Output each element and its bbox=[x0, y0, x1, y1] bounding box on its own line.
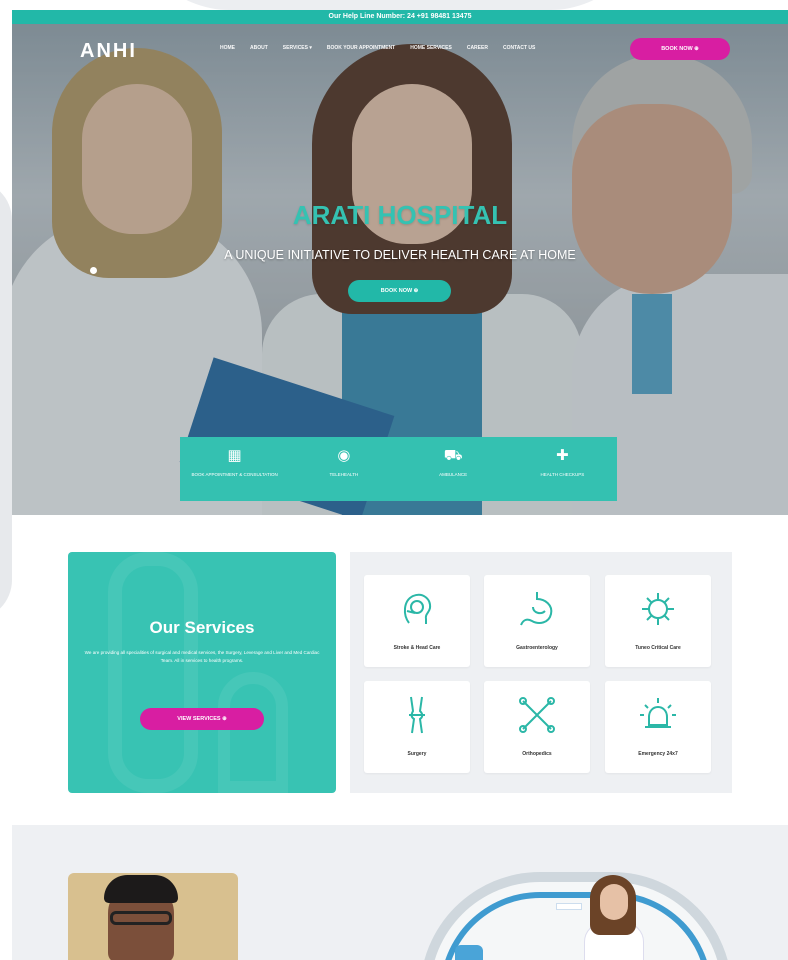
head-injury-icon bbox=[403, 593, 432, 624]
home-care-icon: ✚ bbox=[556, 447, 569, 464]
feature-label: AMBULANCE bbox=[439, 472, 468, 477]
decorative-shape bbox=[218, 672, 288, 793]
virus-icon bbox=[642, 593, 674, 625]
slider-dot[interactable] bbox=[90, 267, 97, 274]
services-description: We are providing all specialities of sur… bbox=[84, 650, 320, 663]
doctor-portrait bbox=[68, 873, 238, 960]
knee-joint-icon bbox=[409, 696, 425, 734]
service-tile-label: Orthopedics bbox=[522, 751, 552, 757]
service-tile-label: Gastroenterology bbox=[516, 645, 558, 651]
service-tile-label: Stroke & Head Care bbox=[393, 645, 441, 651]
view-services-button[interactable]: VIEW SERVICES ⊕ bbox=[140, 708, 264, 730]
service-tile-orthopedics[interactable]: Orthopedics bbox=[484, 681, 590, 773]
stomach-icon bbox=[520, 592, 553, 626]
service-tile-stroke[interactable]: Stroke & Head Care bbox=[364, 575, 470, 667]
calendar-icon: ▦ bbox=[227, 447, 242, 464]
nav-item-home[interactable]: HOME bbox=[220, 45, 235, 51]
nav-item-career[interactable]: CAREER bbox=[467, 45, 488, 51]
hero-title: ARATI HOSPITAL bbox=[292, 200, 508, 230]
hero-feature-bar: ▦ BOOK APPOINTMENT & CONSULTATION ◉ TELE… bbox=[180, 437, 617, 501]
ambulance-icon: ⛟ bbox=[443, 447, 463, 464]
feature-health-checkups[interactable]: ✚ HEALTH CHECKUPS bbox=[508, 437, 617, 501]
service-tile-label: Emergency 24x7 bbox=[638, 751, 678, 757]
services-title: Our Services bbox=[149, 618, 255, 637]
mri-bed bbox=[455, 945, 483, 960]
bone-icon bbox=[519, 697, 555, 733]
chat-icon: ◉ bbox=[337, 447, 351, 464]
doctor-hair bbox=[104, 875, 178, 903]
hero-banner: ANHI HOME ABOUT SERVICES ▾ BOOK YOUR APP… bbox=[12, 24, 788, 515]
feature-telehealth[interactable]: ◉ TELEHEALTH bbox=[289, 437, 398, 501]
nurse-badge bbox=[556, 903, 582, 910]
nav-item-about[interactable]: ABOUT bbox=[250, 45, 268, 51]
our-services-card: Our Services We are providing all specia… bbox=[68, 552, 336, 793]
doctor-glasses bbox=[110, 911, 172, 925]
feature-label: HEALTH CHECKUPS bbox=[540, 472, 585, 477]
decorative-sweep-top bbox=[130, 0, 650, 10]
page: Our Help Line Number: 24 +91 98481 13475… bbox=[0, 0, 788, 960]
service-tile-surgery[interactable]: Surgery bbox=[364, 681, 470, 773]
nav-item-book-appointment[interactable]: BOOK YOUR APPOINTMENT bbox=[327, 45, 395, 51]
hero-book-now-button[interactable]: BOOK NOW ⊕ bbox=[348, 280, 451, 302]
nav-item-home-services[interactable]: HOME SERVICES bbox=[410, 45, 452, 51]
feature-label: BOOK APPOINTMENT & CONSULTATION bbox=[191, 472, 278, 477]
service-tile-emergency[interactable]: Emergency 24x7 bbox=[605, 681, 711, 773]
emergency-light-icon bbox=[640, 698, 676, 728]
hero-subtitle: A UNIQUE INITIATIVE TO DELIVER HEALTH CA… bbox=[224, 248, 576, 262]
decorative-shape bbox=[108, 552, 198, 793]
book-now-header-button[interactable]: BOOK NOW ⊕ bbox=[630, 38, 730, 60]
decorative-sweep-left bbox=[0, 180, 12, 620]
site-logo[interactable]: ANHI bbox=[80, 40, 137, 63]
services-grid: Stroke & Head Care Gastroenterology Tune… bbox=[350, 552, 732, 793]
helpline-bar: Our Help Line Number: 24 +91 98481 13475 bbox=[12, 10, 788, 24]
nav-item-services[interactable]: SERVICES ▾ bbox=[283, 45, 312, 51]
service-tile-critical-care[interactable]: Tuneo Critical Care bbox=[605, 575, 711, 667]
feature-ambulance[interactable]: ⛟ AMBULANCE bbox=[399, 437, 508, 501]
feature-book-appointment[interactable]: ▦ BOOK APPOINTMENT & CONSULTATION bbox=[180, 437, 289, 501]
main-nav: HOME ABOUT SERVICES ▾ BOOK YOUR APPOINTM… bbox=[220, 45, 535, 51]
service-tile-label: Tuneo Critical Care bbox=[635, 645, 681, 651]
service-tile-gastro[interactable]: Gastroenterology bbox=[484, 575, 590, 667]
feature-label: TELEHEALTH bbox=[329, 472, 359, 477]
service-tile-label: Surgery bbox=[407, 751, 427, 757]
nurse-face bbox=[600, 884, 628, 920]
nav-item-contact[interactable]: CONTACT US bbox=[503, 45, 535, 51]
